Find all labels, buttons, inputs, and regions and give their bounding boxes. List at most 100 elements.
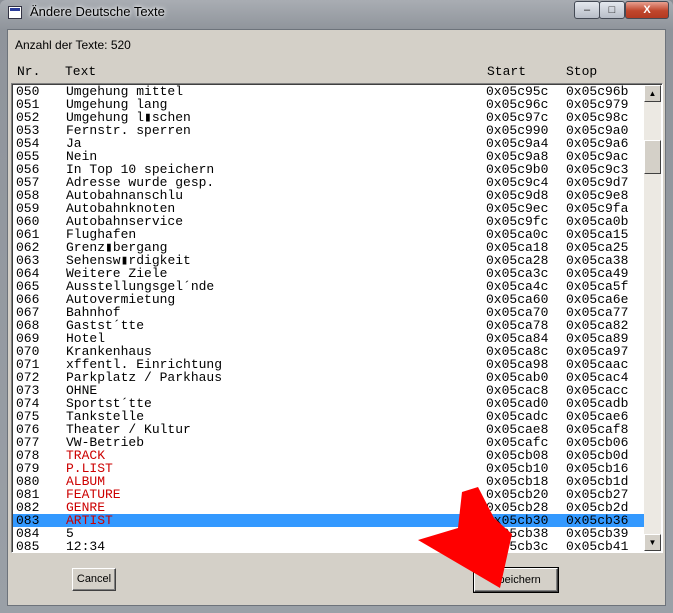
row-start: 0x05c990 bbox=[486, 123, 549, 138]
row-stop: 0x05cb1d bbox=[566, 474, 629, 489]
row-nr: 055 bbox=[16, 149, 40, 164]
row-nr: 083 bbox=[16, 513, 40, 528]
row-nr: 072 bbox=[16, 370, 40, 385]
list-row[interactable]: 068 Gastst´tte 0x05ca78 0x05ca82 bbox=[13, 319, 644, 332]
row-start: 0x05c95c bbox=[486, 84, 549, 99]
row-text: P.LIST bbox=[66, 461, 113, 476]
list-row[interactable]: 055 Nein 0x05c9a8 0x05c9ac bbox=[13, 150, 644, 163]
row-start: 0x05cad0 bbox=[486, 396, 549, 411]
row-stop: 0x05cadb bbox=[566, 396, 629, 411]
row-text: 12:34 bbox=[66, 539, 106, 553]
list-row[interactable]: 060 Autobahnservice 0x05c9fc 0x05ca0b bbox=[13, 215, 644, 228]
list-row[interactable]: 057 Adresse wurde gesp. 0x05c9c4 0x05c9d7 bbox=[13, 176, 644, 189]
list-row[interactable]: 053 Fernstr. sperren 0x05c990 0x05c9a0 bbox=[13, 124, 644, 137]
row-start: 0x05cb30 bbox=[486, 513, 549, 528]
list-row[interactable]: 051 Umgehung lang 0x05c96c 0x05c979 bbox=[13, 98, 644, 111]
maximize-button[interactable]: □ bbox=[599, 1, 625, 19]
scroll-down-button[interactable]: ▼ bbox=[644, 534, 661, 551]
list-row[interactable]: 073 OHNE 0x05cac8 0x05cacc bbox=[13, 384, 644, 397]
list-row[interactable]: 071 xffentl. Einrichtung 0x05ca98 0x05caac bbox=[13, 358, 644, 371]
row-nr: 057 bbox=[16, 175, 40, 190]
list-row[interactable]: 059 Autobahnknoten 0x05c9ec 0x05c9fa bbox=[13, 202, 644, 215]
row-stop: 0x05cae6 bbox=[566, 409, 629, 424]
list-row[interactable]: 050 Umgehung mittel 0x05c95c 0x05c96b bbox=[13, 85, 644, 98]
list-row[interactable]: 076 Theater / Kultur 0x05cae8 0x05caf8 bbox=[13, 423, 644, 436]
row-stop: 0x05c96b bbox=[566, 84, 629, 99]
list-row[interactable]: 085 12:34 0x05cb3c 0x05cb41 bbox=[13, 539, 644, 553]
list-row[interactable]: 065 Ausstellungsgel´nde 0x05ca4c 0x05ca5f bbox=[13, 280, 644, 293]
list-row[interactable]: 079 P.LIST 0x05cb10 0x05cb16 bbox=[13, 462, 644, 475]
row-stop: 0x05ca38 bbox=[566, 253, 629, 268]
row-text: Umgehung lang bbox=[66, 97, 168, 112]
list-row[interactable]: 064 Weitere Ziele 0x05ca3c 0x05ca49 bbox=[13, 267, 644, 280]
list-row[interactable]: 069 Hotel 0x05ca84 0x05ca89 bbox=[13, 332, 644, 345]
cancel-button[interactable]: Cancel bbox=[72, 568, 116, 591]
row-start: 0x05cb3c bbox=[486, 539, 549, 553]
row-text: Nein bbox=[66, 149, 98, 164]
row-start: 0x05c9d8 bbox=[486, 188, 549, 203]
list-row[interactable]: 070 Krankenhaus 0x05ca8c 0x05ca97 bbox=[13, 345, 644, 358]
row-nr: 077 bbox=[16, 435, 40, 450]
row-start: 0x05cb28 bbox=[486, 500, 549, 515]
text-count-label: Anzahl der Texte: 520 bbox=[15, 38, 131, 52]
list-row[interactable]: 072 Parkplatz / Parkhaus 0x05cab0 0x05cac4 bbox=[13, 371, 644, 384]
close-button[interactable]: X bbox=[625, 1, 669, 19]
row-start: 0x05ca78 bbox=[486, 318, 549, 333]
list-row[interactable]: 074 Sportst´tte 0x05cad0 0x05cadb bbox=[13, 397, 644, 410]
row-nr: 084 bbox=[16, 526, 40, 541]
scroll-thumb[interactable] bbox=[644, 140, 661, 174]
list-row[interactable]: 075 Tankstelle 0x05cadc 0x05cae6 bbox=[13, 410, 644, 423]
minimize-button[interactable]: – bbox=[574, 1, 600, 19]
row-start: 0x05cae8 bbox=[486, 422, 549, 437]
list-row[interactable]: 080 ALBUM 0x05cb18 0x05cb1d bbox=[13, 475, 644, 488]
row-text: Ausstellungsgel´nde bbox=[66, 279, 215, 294]
row-nr: 058 bbox=[16, 188, 40, 203]
vertical-scrollbar[interactable]: ▲ ▼ bbox=[644, 85, 661, 551]
list-row[interactable]: 078 TRACK 0x05cb08 0x05cb0d bbox=[13, 449, 644, 462]
row-nr: 082 bbox=[16, 500, 40, 515]
row-start: 0x05ca0c bbox=[486, 227, 549, 242]
row-stop: 0x05ca0b bbox=[566, 214, 629, 229]
row-text: VW-Betrieb bbox=[66, 435, 145, 450]
list-row[interactable]: 062 Grenz▮bergang 0x05ca18 0x05ca25 bbox=[13, 241, 644, 254]
list-row[interactable]: 083 ARTIST 0x05cb30 0x05cb36 bbox=[13, 514, 644, 527]
row-text: Flughafen bbox=[66, 227, 137, 242]
list-row[interactable]: 063 Sehensw▮rdigkeit 0x05ca28 0x05ca38 bbox=[13, 254, 644, 267]
row-nr: 061 bbox=[16, 227, 40, 242]
list-row[interactable]: 082 GENRE 0x05cb28 0x05cb2d bbox=[13, 501, 644, 514]
row-text: Gastst´tte bbox=[66, 318, 145, 333]
row-start: 0x05cab0 bbox=[486, 370, 549, 385]
row-stop: 0x05c9fa bbox=[566, 201, 629, 216]
scroll-up-button[interactable]: ▲ bbox=[644, 85, 661, 102]
row-stop: 0x05c9a6 bbox=[566, 136, 629, 151]
row-nr: 076 bbox=[16, 422, 40, 437]
row-nr: 053 bbox=[16, 123, 40, 138]
row-nr: 051 bbox=[16, 97, 40, 112]
row-nr: 075 bbox=[16, 409, 40, 424]
row-start: 0x05ca3c bbox=[486, 266, 549, 281]
list-row[interactable]: 066 Autovermietung 0x05ca60 0x05ca6e bbox=[13, 293, 644, 306]
row-stop: 0x05ca49 bbox=[566, 266, 629, 281]
list-row[interactable]: 061 Flughafen 0x05ca0c 0x05ca15 bbox=[13, 228, 644, 241]
text-list[interactable]: 085 12:34 0x05cb3c 0x05cb41 084 5 0x05cb38 0x05… bbox=[11, 83, 663, 553]
list-row[interactable]: 067 Bahnhof 0x05ca70 0x05ca77 bbox=[13, 306, 644, 319]
list-row[interactable]: 056 In Top 10 speichern 0x05c9b0 0x05c9c3 bbox=[13, 163, 644, 176]
row-text: In Top 10 speichern bbox=[66, 162, 215, 177]
save-button[interactable]: Speichern bbox=[473, 567, 559, 593]
list-row[interactable]: 058 Autobahnanschlu 0x05c9d8 0x05c9e8 bbox=[13, 189, 644, 202]
row-stop: 0x05cb36 bbox=[566, 513, 629, 528]
title-bar[interactable]: Ändere Deutsche Texte – □ X bbox=[0, 0, 673, 24]
row-stop: 0x05ca77 bbox=[566, 305, 629, 320]
row-start: 0x05c9b0 bbox=[486, 162, 549, 177]
list-row[interactable]: 054 Ja 0x05c9a4 0x05c9a6 bbox=[13, 137, 644, 150]
row-start: 0x05ca18 bbox=[486, 240, 549, 255]
row-start: 0x05cac8 bbox=[486, 383, 549, 398]
list-row[interactable]: 084 5 0x05cb38 0x05cb39 bbox=[13, 527, 644, 540]
list-row[interactable]: 052 Umgehung l▮schen 0x05c97c 0x05c98c bbox=[13, 111, 644, 124]
row-stop: 0x05cb06 bbox=[566, 435, 629, 450]
list-row[interactable]: 077 VW-Betrieb 0x05cafc 0x05cb06 bbox=[13, 436, 644, 449]
row-nr: 054 bbox=[16, 136, 40, 151]
row-stop: 0x05c9c3 bbox=[566, 162, 629, 177]
list-row[interactable]: 081 FEATURE 0x05cb20 0x05cb27 bbox=[13, 488, 644, 501]
row-stop: 0x05cb27 bbox=[566, 487, 629, 502]
